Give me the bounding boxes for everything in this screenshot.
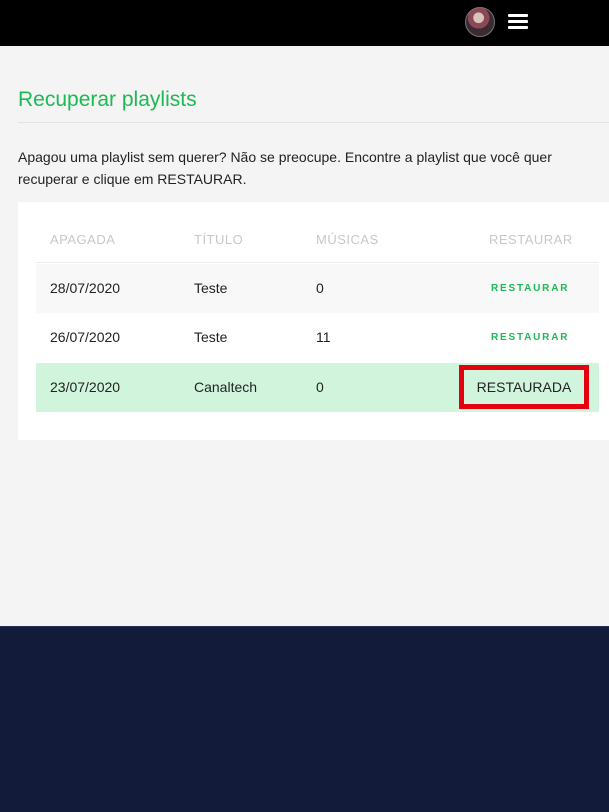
user-avatar[interactable] — [465, 7, 495, 37]
row-songs: 0 — [316, 379, 324, 395]
row-title: Canaltech — [194, 379, 258, 395]
intro-text: Apagou uma playlist sem querer? Não se p… — [18, 149, 552, 187]
row-date: 23/07/2020 — [50, 379, 121, 395]
header-divider — [36, 262, 599, 263]
table-row: 26/07/2020 Teste 11 RESTAURAR — [36, 313, 599, 362]
restore-button[interactable]: RESTAURAR — [491, 313, 569, 362]
header-restore: RESTAURAR — [489, 232, 573, 247]
restore-button[interactable]: RESTAURAR — [491, 264, 569, 313]
row-songs: 11 — [316, 329, 331, 345]
row-title: Teste — [194, 280, 228, 296]
menu-line — [508, 26, 528, 29]
title-divider — [18, 122, 609, 123]
header-songs: MÚSICAS — [316, 232, 379, 247]
table-row-restored: 23/07/2020 Canaltech 0 RESTAURADA — [36, 363, 599, 412]
site-footer — [0, 626, 609, 812]
header-deleted: APAGADA — [50, 232, 116, 247]
main-content: Recuperar playlists Apagou uma playlist … — [0, 46, 609, 626]
row-date: 26/07/2020 — [50, 329, 121, 345]
top-navigation-bar — [0, 0, 609, 46]
menu-line — [508, 14, 528, 17]
restored-status-highlight: RESTAURADA — [459, 365, 589, 409]
header-title: TÍTULO — [194, 232, 244, 247]
hamburger-menu-icon[interactable] — [508, 13, 528, 31]
row-songs: 0 — [316, 280, 324, 296]
row-date: 28/07/2020 — [50, 280, 121, 296]
page-title: Recuperar playlists — [18, 88, 197, 111]
menu-line — [508, 20, 528, 23]
table-row: 28/07/2020 Teste 0 RESTAURAR — [36, 264, 599, 313]
row-title: Teste — [194, 329, 228, 345]
deleted-playlists-table: APAGADA TÍTULO MÚSICAS RESTAURAR 28/07/2… — [18, 202, 609, 440]
